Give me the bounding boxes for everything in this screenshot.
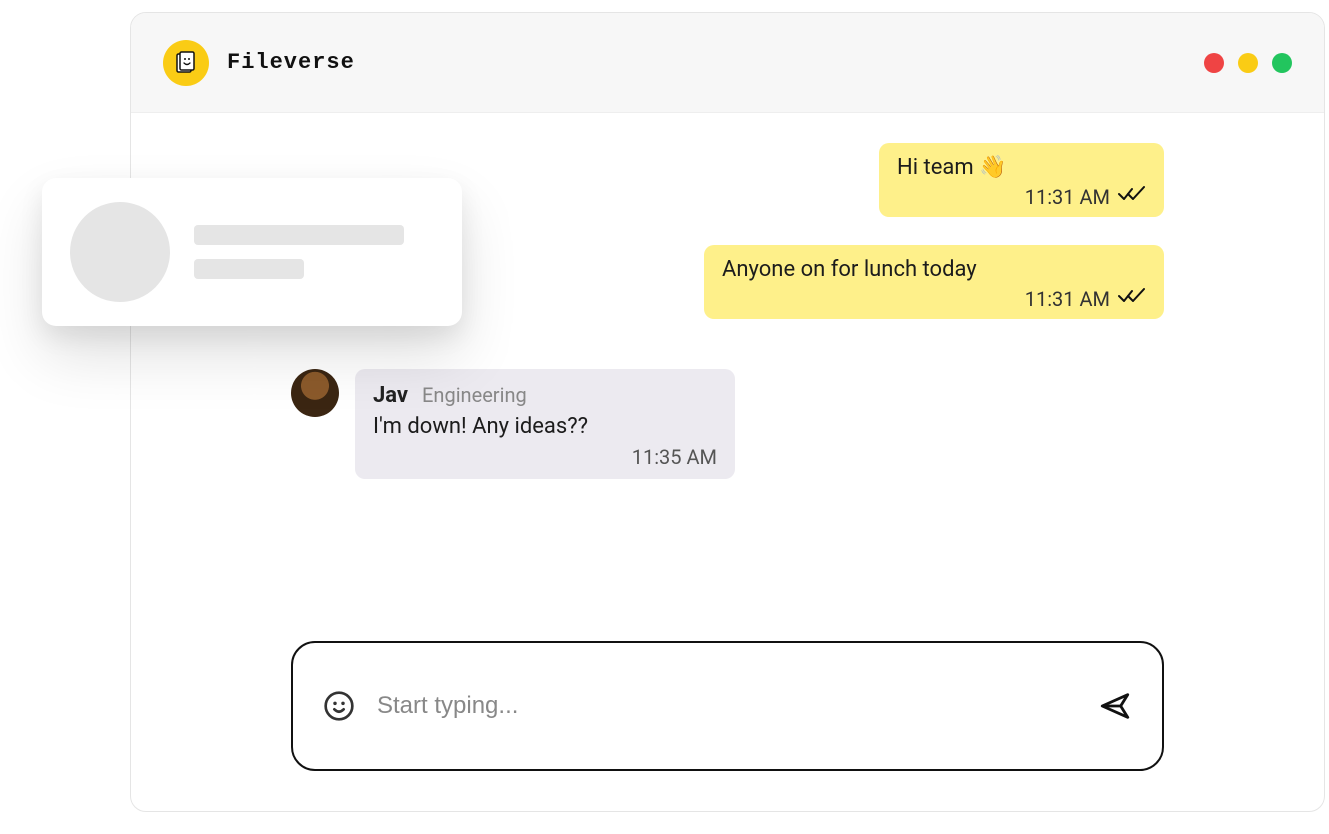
message-composer bbox=[291, 641, 1164, 771]
send-icon[interactable] bbox=[1098, 689, 1132, 723]
message-sent: Anyone on for lunch today 11:31 AM bbox=[704, 245, 1164, 319]
read-receipt-icon bbox=[1118, 286, 1146, 311]
message-text: Anyone on for lunch today bbox=[722, 257, 977, 282]
brand-name: Fileverse bbox=[227, 50, 355, 75]
read-receipt-icon bbox=[1118, 184, 1146, 209]
maximize-dot-icon[interactable] bbox=[1272, 53, 1292, 73]
sender-name: Jav bbox=[373, 383, 408, 408]
message-time: 11:31 AM bbox=[1025, 287, 1110, 311]
skeleton-line bbox=[194, 259, 304, 279]
message-received-row: Jav Engineering I'm down! Any ideas?? 11… bbox=[291, 369, 1164, 479]
avatar-skeleton-icon bbox=[70, 202, 170, 302]
message-time: 11:35 AM bbox=[632, 445, 717, 469]
window-controls bbox=[1204, 53, 1292, 73]
close-dot-icon[interactable] bbox=[1204, 53, 1224, 73]
contact-card-skeleton bbox=[42, 178, 462, 326]
brand: Fileverse bbox=[163, 40, 355, 86]
minimize-dot-icon[interactable] bbox=[1238, 53, 1258, 73]
message-text: Hi team 👋 bbox=[897, 155, 1006, 180]
text-skeleton bbox=[194, 225, 404, 279]
sender-role: Engineering bbox=[422, 383, 527, 407]
message-text: I'm down! Any ideas?? bbox=[373, 414, 588, 439]
brand-logo-icon bbox=[163, 40, 209, 86]
titlebar: Fileverse bbox=[131, 13, 1324, 113]
app-window: Fileverse Hi team 👋 11:31 AM Anyone on f… bbox=[130, 12, 1325, 812]
message-time: 11:31 AM bbox=[1025, 185, 1110, 209]
message-received: Jav Engineering I'm down! Any ideas?? 11… bbox=[355, 369, 735, 479]
skeleton-line bbox=[194, 225, 404, 245]
message-input[interactable] bbox=[377, 692, 1076, 720]
message-sent: Hi team 👋 11:31 AM bbox=[879, 143, 1164, 217]
avatar bbox=[291, 369, 339, 417]
emoji-icon[interactable] bbox=[323, 690, 355, 722]
